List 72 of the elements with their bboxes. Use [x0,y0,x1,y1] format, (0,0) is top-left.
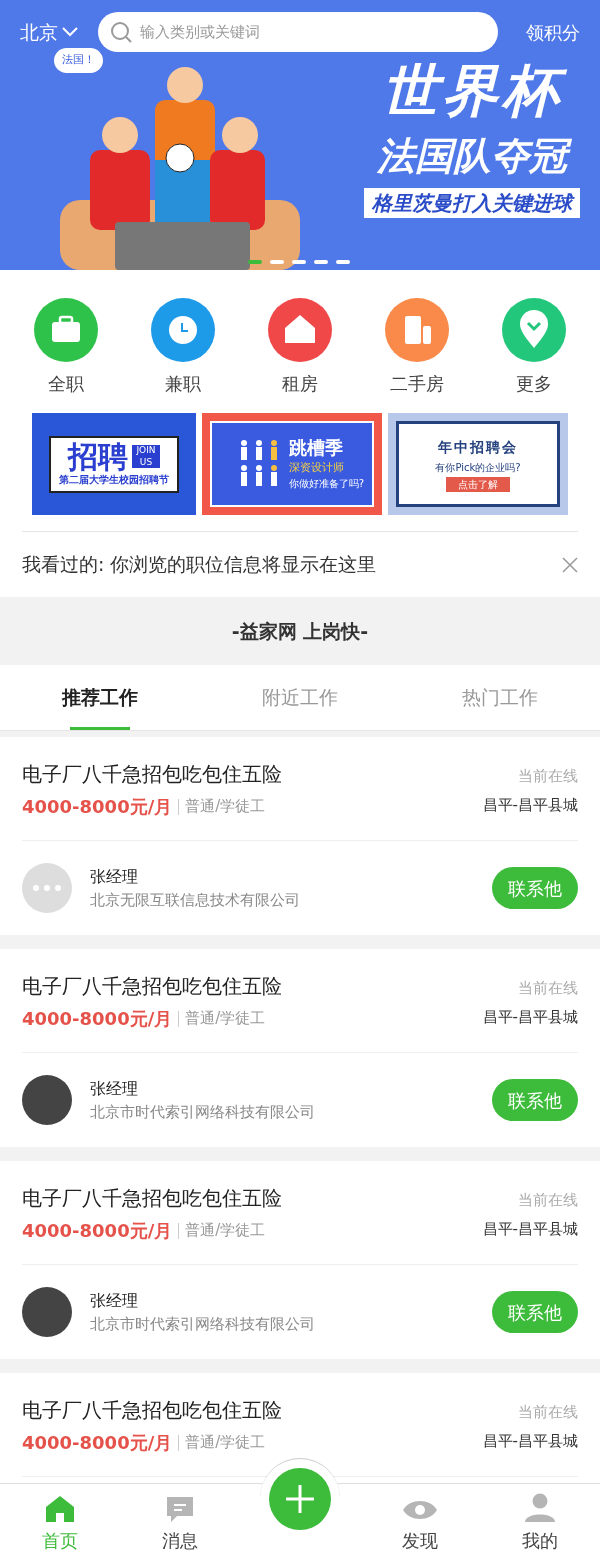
search-icon [110,21,132,43]
job-type: 普通/学徒工 [185,1432,266,1454]
location-text: 昌平-昌平县城 [482,1430,578,1452]
avatar-photo [22,1287,72,1337]
salary-text: 4000-8000元/月 [22,1219,173,1243]
online-status: 当前在线 [518,1190,578,1211]
location-text: 昌平-昌平县城 [482,1218,578,1240]
user-icon [524,1493,556,1523]
category-button[interactable]: 二手房 [385,298,449,397]
promo-banner[interactable]: 跳槽季 深资设计师 你做好准备了吗? [202,413,382,515]
search-field[interactable]: 输入类别或关键词 [98,12,498,52]
promo-subtitle: 有你Pick的企业吗? [435,460,521,475]
location-text: 昌平-昌平县城 [482,794,578,816]
search-input[interactable]: 输入类别或关键词 [140,20,486,44]
nav-tab[interactable]: 消息 [120,1484,240,1560]
job-title: 电子厂八千急招包吃包住五险 [22,761,282,788]
promo-title: 招聘 [68,441,128,472]
banner-headline: 世界杯 [370,52,574,131]
online-status: 当前在线 [518,766,578,787]
promo-badge: JOIN US [132,445,160,468]
online-status: 当前在线 [518,1402,578,1423]
close-icon [562,556,578,573]
promo-caption: 第二届大学生校园招聘节 [59,472,169,487]
job-card[interactable]: 电子厂八千急招包吃包住五险 4000-8000元/月 普通/学徒工 当前在线 昌平-昌平县城 张经理 北京市时代索引网络科技有限公司 联系他 [0,949,600,1147]
company-name: 北京无限互联信息技术有限公司 [90,889,301,911]
job-type: 普通/学徒工 [185,1220,266,1242]
job-tab[interactable]: 推荐工作 [0,665,200,730]
plus-icon [269,1467,331,1530]
close-button[interactable] [562,556,578,573]
message-icon [165,1495,195,1523]
banner-tagline: 格里茨曼打入关键进球 [364,187,580,218]
promo-caption: 你做好准备了吗? [288,477,364,491]
salary-text: 4000-8000元/月 [22,1431,173,1455]
company-name: 北京市时代索引网络科技有限公司 [90,1101,316,1123]
avatar-photo [22,1075,72,1125]
points-link[interactable]: 领积分 [526,18,580,46]
promo-title: 跳槽季 [288,437,343,460]
category-button[interactable]: 租房 [268,298,332,397]
slogan-text: -益家网 上岗快- [231,618,369,644]
location-text: 昌平-昌平县城 [482,1006,578,1028]
speech-bubble: 法国！ [54,48,103,73]
history-text: 我看过的: 你浏览的职位信息将显示在这里 [22,552,377,578]
job-type: 普通/学徒工 [185,796,266,818]
promo-title: 年中招聘会 [438,437,518,457]
banner-background[interactable]: 北京 输入类别或关键词 领积分 法国！ 世界杯 法国队夺冠 格里茨曼打入关键进球 [0,0,600,270]
online-status: 当前在线 [518,978,578,999]
category-button[interactable]: 更多 [502,298,566,397]
job-type: 普通/学徒工 [185,1008,266,1030]
category-button[interactable]: 全职 [34,298,98,397]
promo-button: 点击了解 [446,476,510,492]
job-card[interactable]: 电子厂八千急招包吃包住五险 4000-8000元/月 普通/学徒工 当前在线 昌平-昌平县城 [0,1373,600,1477]
contact-name: 张经理 [90,1289,139,1312]
job-card[interactable]: 电子厂八千急招包吃包住五险 4000-8000元/月 普通/学徒工 当前在线 昌平-昌平县城 张经理 北京无限互联信息技术有限公司 联系他 [0,737,600,935]
salary-text: 4000-8000元/月 [22,795,173,819]
promo-banner[interactable]: 年中招聘会 有你Pick的企业吗? 点击了解 [388,413,568,515]
promo-subtitle: 深资设计师 [288,459,344,476]
job-card[interactable]: 电子厂八千急招包吃包住五险 4000-8000元/月 普通/学徒工 当前在线 昌平-昌平县城 张经理 北京市时代索引网络科技有限公司 联系他 [0,1161,600,1359]
banner-subheadline: 法国队夺冠 [365,130,579,184]
salary-text: 4000-8000元/月 [22,1007,173,1031]
nav-tab[interactable]: 发现 [360,1484,480,1560]
home-icon [45,1495,75,1523]
job-title: 电子厂八千急招包吃包住五险 [22,1397,282,1424]
city-selector[interactable]: 北京 [20,17,78,47]
contact-name: 张经理 [90,865,139,888]
nav-tab[interactable]: 我的 [480,1484,600,1560]
contact-name: 张经理 [90,1077,139,1100]
job-title: 电子厂八千急招包吃包住五险 [22,973,282,1000]
company-name: 北京市时代索引网络科技有限公司 [90,1313,316,1335]
avatar-placeholder [22,863,72,913]
category-button[interactable]: 兼职 [151,298,215,397]
chevron-down-icon [62,27,78,37]
job-title: 电子厂八千急招包吃包住五险 [22,1185,282,1212]
